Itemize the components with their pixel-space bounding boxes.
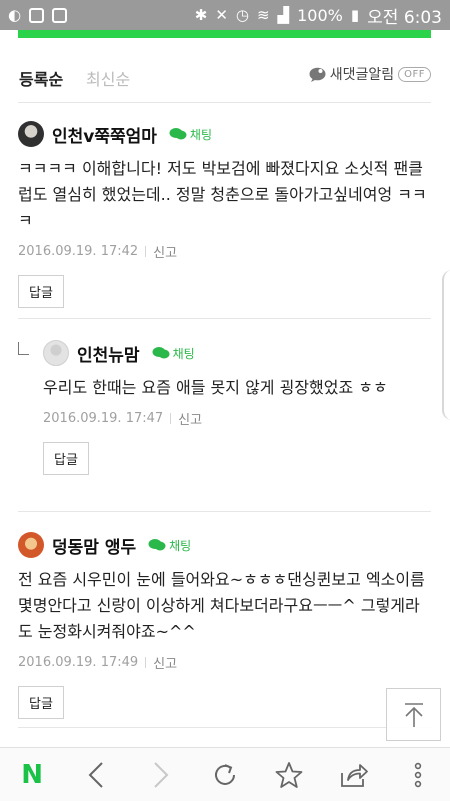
star-icon <box>275 761 303 788</box>
share-icon <box>340 763 368 787</box>
more-icon <box>414 762 422 787</box>
comment-item: 인천v쭉쭉엄마 채팅 ㅋㅋㅋㅋ 이해합니다! 저도 박보검에 빠졌다지요 소싯적… <box>18 121 431 308</box>
chat-icon <box>169 128 187 140</box>
alarm-toggle[interactable]: OFF <box>398 66 431 82</box>
reply-button[interactable]: 답글 <box>18 275 64 308</box>
comment-divider <box>18 511 431 512</box>
sort-by-registered-tab[interactable]: 등록순 <box>19 66 63 90</box>
mute-icon: ✕ <box>215 5 228 24</box>
comment-divider <box>18 727 431 728</box>
chat-icon <box>148 539 166 551</box>
avatar[interactable] <box>43 340 69 366</box>
comment-divider <box>18 318 431 319</box>
bluetooth-icon: ✱ <box>194 5 208 24</box>
app-notification-icon: ◐ <box>8 5 22 24</box>
reply-button[interactable]: 답글 <box>18 686 64 719</box>
report-link[interactable]: 신고 <box>153 653 177 672</box>
status-bar: ◐ ✱ ✕ ◷ ≋ ▟ 100% ▮ 오전 6:03 <box>0 0 450 30</box>
new-comment-alarm[interactable]: 새댓글알림 OFF <box>309 64 431 84</box>
naver-n-icon: N <box>21 759 44 790</box>
scroll-top-button[interactable] <box>386 688 441 741</box>
share-button[interactable] <box>334 755 374 795</box>
battery-percent: 100% <box>297 5 343 25</box>
refresh-button[interactable] <box>205 755 245 795</box>
battery-icon: ▮ <box>350 5 360 24</box>
sort-by-latest-tab[interactable]: 최신순 <box>86 66 130 90</box>
back-button[interactable] <box>76 755 116 795</box>
comment-text: 전 요즘 시우민이 눈에 들어와요~ㅎㅎㅎ댄싱퀸보고 엑소이름몇명안다고 신랑이… <box>18 570 425 641</box>
comment-text: ㅋㅋㅋㅋ 이해합니다! 저도 박보검에 빠졌다지요 소싯적 팬클럽도 열심히 했… <box>18 159 427 230</box>
more-button[interactable] <box>398 755 438 795</box>
commenter-name[interactable]: 덩동맘 앵두 <box>52 533 136 558</box>
signal-icon: ▟ <box>277 5 290 24</box>
chat-bubble-icon <box>309 67 326 82</box>
chat-button[interactable]: 채팅 <box>148 537 191 554</box>
commenter-name[interactable]: 인천뉴맘 <box>77 341 140 366</box>
sort-bar: 등록순 최신순 새댓글알림 OFF <box>18 62 431 103</box>
reply-button[interactable]: 답글 <box>43 442 89 475</box>
chat-label: 채팅 <box>169 538 192 553</box>
chat-icon <box>152 347 170 359</box>
arrow-up-icon <box>404 702 423 727</box>
comment-date: 2016.09.19. 17:47 <box>43 411 164 426</box>
report-link[interactable]: 신고 <box>153 242 177 261</box>
meta-divider <box>145 246 147 257</box>
chat-label: 채팅 <box>172 346 195 361</box>
comment-date: 2016.09.19. 17:49 <box>18 655 139 670</box>
chat-label: 채팅 <box>189 127 213 142</box>
comment-text: 우리도 한때는 요즘 애들 못지 않게 굉장했었죠 ㅎㅎ <box>43 378 388 397</box>
forward-icon <box>153 761 169 788</box>
meta-divider <box>170 413 172 424</box>
avatar[interactable] <box>18 121 44 147</box>
comment-item: 덩동맘 앵두 채팅 전 요즘 시우민이 눈에 들어와요~ㅎㅎㅎ댄싱퀸보고 엑소이… <box>18 532 431 719</box>
reply-indicator-icon <box>18 342 29 355</box>
download-notification-icon <box>29 7 45 23</box>
commenter-name[interactable]: 인천v쭉쭉엄마 <box>52 122 157 147</box>
clock: 오전 6:03 <box>367 7 442 28</box>
reply-comment-item: 인천뉴맘 채팅 우리도 한때는 요즘 애들 못지 않게 굉장했었죠 ㅎㅎ 201… <box>43 340 431 475</box>
scroll-edge-handle[interactable] <box>442 270 450 420</box>
green-header-bar <box>18 30 431 38</box>
back-icon <box>89 761 104 788</box>
browser-bottom-bar: N <box>0 747 450 801</box>
avatar[interactable] <box>18 532 44 558</box>
chat-button[interactable]: 채팅 <box>169 126 212 143</box>
alarm-icon: ◷ <box>235 5 249 24</box>
chat-button[interactable]: 채팅 <box>152 345 195 362</box>
report-link[interactable]: 신고 <box>178 409 202 428</box>
comment-date: 2016.09.19. 17:42 <box>18 244 139 259</box>
wifi-icon: ≋ <box>257 5 270 24</box>
gallery-notification-icon <box>52 7 68 23</box>
alarm-label: 새댓글알림 <box>329 67 395 83</box>
refresh-icon <box>215 763 235 785</box>
naver-home-button[interactable]: N <box>12 755 52 795</box>
forward-button[interactable] <box>141 755 181 795</box>
bookmark-button[interactable] <box>269 755 309 795</box>
meta-divider <box>145 657 147 668</box>
